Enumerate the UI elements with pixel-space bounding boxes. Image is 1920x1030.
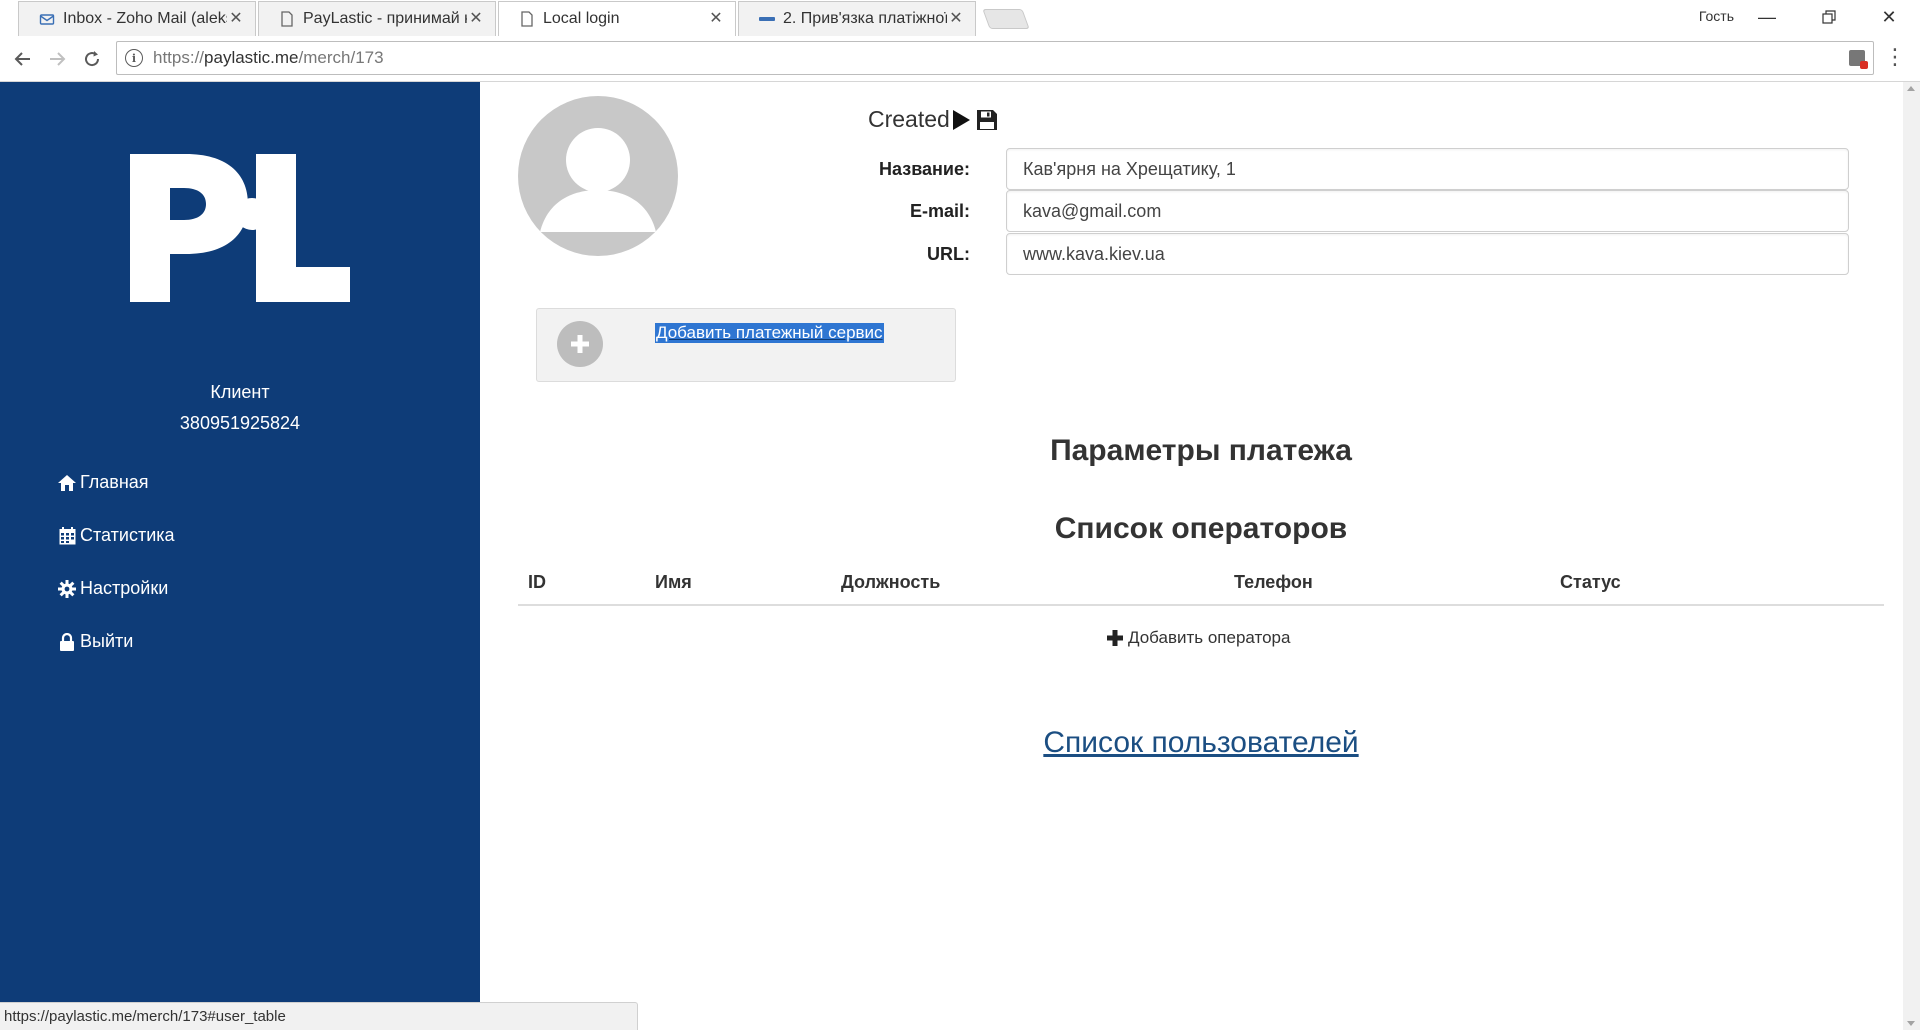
back-arrow-icon[interactable] (10, 46, 36, 72)
new-tab-button[interactable] (982, 9, 1030, 29)
save-icon[interactable] (976, 109, 998, 131)
guest-profile-label[interactable]: Гость (1699, 8, 1734, 24)
sidebar-menu: Главная Статистика Настройки Выйти (57, 456, 175, 668)
gear-icon (57, 579, 77, 599)
email-field[interactable] (1006, 190, 1849, 232)
url-row: URL: (838, 233, 1883, 275)
tab-title: PayLastic - принимай кар (303, 10, 467, 27)
info-icon[interactable]: i (125, 49, 143, 67)
plus-icon[interactable] (557, 321, 603, 367)
email-row: E-mail: (838, 190, 1883, 232)
sidebar-item-logout[interactable]: Выйти (57, 615, 175, 668)
column-header-phone: Телефон (1234, 572, 1313, 592)
status-bar-url: https://paylastic.me/merch/173#user_tabl… (0, 1002, 638, 1030)
status-text: Created (868, 106, 950, 132)
scroll-down-icon[interactable] (1907, 1021, 1915, 1026)
avatar-placeholder[interactable] (518, 96, 678, 256)
column-header-name: Имя (655, 572, 692, 592)
sidebar-item-settings[interactable]: Настройки (57, 562, 175, 615)
column-header-id: ID (528, 572, 546, 592)
forward-arrow-icon[interactable] (44, 46, 70, 72)
close-icon[interactable]: ✕ (467, 10, 485, 28)
tab-strip: Inbox - Zoho Mail (aleksa ✕ PayLastic - … (0, 0, 1920, 36)
merchant-status: Created (868, 106, 998, 133)
close-icon[interactable]: ✕ (947, 10, 965, 28)
tab-title: 2. Прив'язка платіжної к (783, 10, 947, 27)
sidebar-item-label: Выйти (80, 631, 134, 651)
zoho-mail-icon (39, 11, 55, 27)
users-list-link[interactable]: Список пользователей (520, 726, 1882, 760)
minimize-icon[interactable]: — (1738, 0, 1796, 34)
scroll-up-icon[interactable] (1907, 86, 1915, 91)
url-field[interactable] (1006, 233, 1849, 275)
client-phone: 380951925824 (179, 413, 301, 433)
close-icon[interactable]: ✕ (707, 10, 725, 28)
client-label: Клиент (210, 382, 270, 402)
sidebar-item-home[interactable]: Главная (57, 456, 175, 509)
sidebar-item-label: Статистика (80, 525, 175, 545)
browser-toolbar: i https://paylastic.me/merch/173 ⋮ (0, 36, 1920, 82)
payment-params-title: Параметры платежа (1050, 434, 1352, 467)
name-row: Название: (838, 148, 1883, 190)
add-operator-button[interactable]: Добавить оператора (1106, 628, 1290, 648)
url-label: URL: (927, 243, 970, 264)
paylastic-logo[interactable] (130, 152, 350, 302)
browser-tab-local-login[interactable]: Local login ✕ (498, 1, 736, 36)
browser-tab-paylastic[interactable]: PayLastic - принимай кар ✕ (258, 1, 496, 36)
sidebar-item-statistics[interactable]: Статистика (57, 509, 175, 562)
browser-tab-binding[interactable]: 2. Прив'язка платіжної к ✕ (738, 1, 976, 36)
reload-icon[interactable] (79, 46, 105, 72)
plus-icon (1107, 630, 1123, 646)
home-icon (57, 473, 77, 493)
more-menu-icon[interactable]: ⋮ (1884, 44, 1906, 70)
name-label: Название: (879, 158, 970, 179)
page-icon (519, 11, 535, 27)
calendar-icon (57, 526, 77, 546)
add-payment-service-link[interactable]: Добавить платежный сервис (655, 323, 884, 343)
column-header-position: Должность (841, 572, 941, 592)
name-field[interactable] (1006, 148, 1849, 190)
sidebar: Клиент 380951925824 Главная Статистика Н… (0, 82, 480, 1030)
page-icon (279, 11, 295, 27)
paylastic-favicon (759, 11, 775, 27)
add-operator-label: Добавить оператора (1128, 628, 1291, 647)
email-label: E-mail: (909, 200, 970, 221)
browser-tab-zoho[interactable]: Inbox - Zoho Mail (aleksa ✕ (18, 1, 256, 36)
lock-icon (57, 632, 77, 652)
play-icon[interactable] (952, 109, 970, 130)
operators-title: Список операторов (1054, 512, 1348, 545)
extension-icon[interactable] (1849, 50, 1868, 69)
operators-table-header: ID Имя Должность Телефон Статус (518, 560, 1884, 606)
close-icon[interactable]: ✕ (227, 10, 245, 28)
sidebar-item-label: Настройки (80, 578, 169, 598)
column-header-status: Статус (1560, 572, 1621, 592)
add-payment-service-card[interactable]: Добавить платежный сервис (536, 308, 956, 382)
close-window-icon[interactable]: ✕ (1860, 0, 1918, 34)
vertical-scrollbar[interactable] (1903, 82, 1920, 1030)
url-text[interactable]: https://paylastic.me/merch/173 (153, 48, 384, 68)
restore-icon[interactable] (1800, 0, 1858, 34)
sidebar-item-label: Главная (80, 472, 149, 492)
tab-title: Inbox - Zoho Mail (aleksa (63, 10, 227, 27)
address-bar[interactable]: i https://paylastic.me/merch/173 (116, 41, 1874, 75)
tab-title: Local login (543, 10, 620, 27)
